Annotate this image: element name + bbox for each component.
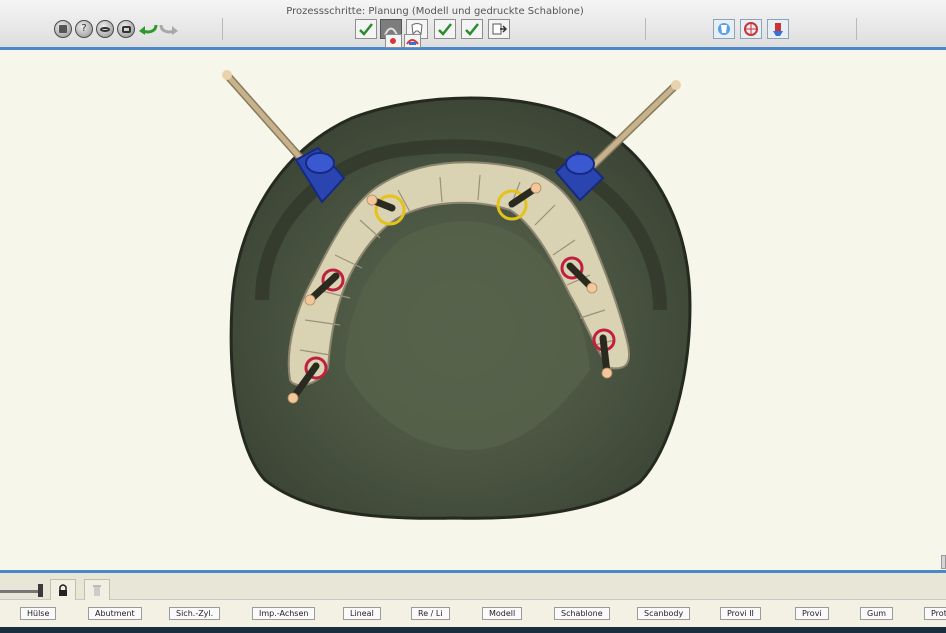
layer-provi-button[interactable]: Provi xyxy=(795,607,829,620)
help-button[interactable]: ? xyxy=(75,20,93,38)
top-toolbar: Prozessschritte: Planung (Modell und ged… xyxy=(0,0,946,50)
process-steps-title: Prozessschritte: Planung (Modell und ged… xyxy=(286,6,584,17)
undo-button[interactable] xyxy=(137,19,159,39)
layer-gum-button[interactable]: Gum xyxy=(860,607,894,620)
model-template-icon xyxy=(389,37,397,45)
redo-arrow-icon xyxy=(159,24,178,35)
printed-template-icon xyxy=(406,39,419,45)
layer-prothesis-button[interactable]: Proth xyxy=(924,607,946,620)
layer-ruler-button[interactable]: Lineal xyxy=(343,607,381,620)
layer-huelse-button[interactable]: Hülse xyxy=(20,607,57,620)
tool-icon xyxy=(773,23,783,36)
export-icon xyxy=(492,23,507,35)
layer-scanbody-button[interactable]: Scanbody xyxy=(637,607,691,620)
camera-icon xyxy=(121,25,131,33)
check-icon xyxy=(438,23,452,36)
viewport-scrollbar-handle[interactable] xyxy=(941,555,946,569)
trash-button[interactable] xyxy=(84,579,110,601)
undo-arrow-icon xyxy=(139,24,158,35)
tooth-blue-icon xyxy=(718,23,730,35)
transparency-slider-thumb[interactable] xyxy=(38,584,43,597)
alignment-button[interactable] xyxy=(740,19,762,39)
step-model-check-button[interactable] xyxy=(355,19,377,39)
transparency-slider-track[interactable] xyxy=(0,590,40,593)
step-check-button[interactable] xyxy=(434,19,456,39)
alignment-icon xyxy=(744,22,758,36)
lock-button[interactable] xyxy=(50,579,76,601)
sub-step-model-template-button[interactable] xyxy=(385,34,402,48)
tooth-blue-button[interactable] xyxy=(713,19,735,39)
toolbar-separator xyxy=(645,18,646,40)
layer-left-right-button[interactable]: Re / Li xyxy=(411,607,450,620)
model-viewport[interactable] xyxy=(0,50,946,570)
view-icon xyxy=(100,26,110,32)
layer-toggle-bar: Hülse Abutment Sich.-Zyl. Imp.-Achsen Li… xyxy=(0,600,946,627)
layer-template-button[interactable]: Schablone xyxy=(554,607,610,620)
model-check-icon xyxy=(359,23,373,36)
tool-button[interactable] xyxy=(767,19,789,39)
layer-provi-2-button[interactable]: Provi II xyxy=(720,607,761,620)
layer-model-button[interactable]: Modell xyxy=(482,607,523,620)
view-button[interactable] xyxy=(96,20,114,38)
calculator-icon xyxy=(59,25,67,33)
camera-button[interactable] xyxy=(117,20,135,38)
layer-sicherheitszylinder-button[interactable]: Sich.-Zyl. xyxy=(169,607,221,620)
lock-icon xyxy=(59,584,67,596)
step-export-button[interactable] xyxy=(488,19,510,39)
os-taskbar-strip xyxy=(0,627,946,633)
layer-implant-axes-button[interactable]: Imp.-Achsen xyxy=(252,607,316,620)
toolbar-separator xyxy=(856,18,857,40)
sub-step-printed-template-button[interactable] xyxy=(404,34,421,48)
jaw-model-3d-view[interactable] xyxy=(0,50,946,570)
help-icon: ? xyxy=(81,23,87,34)
calculator-button[interactable] xyxy=(54,20,72,38)
redo-button[interactable] xyxy=(158,19,180,39)
check-2-icon xyxy=(465,23,479,36)
bottom-control-bar xyxy=(0,570,946,601)
step-check-2-button[interactable] xyxy=(461,19,483,39)
toolbar-separator xyxy=(222,18,223,40)
layer-abutment-button[interactable]: Abutment xyxy=(88,607,142,620)
trash-icon xyxy=(93,585,101,596)
